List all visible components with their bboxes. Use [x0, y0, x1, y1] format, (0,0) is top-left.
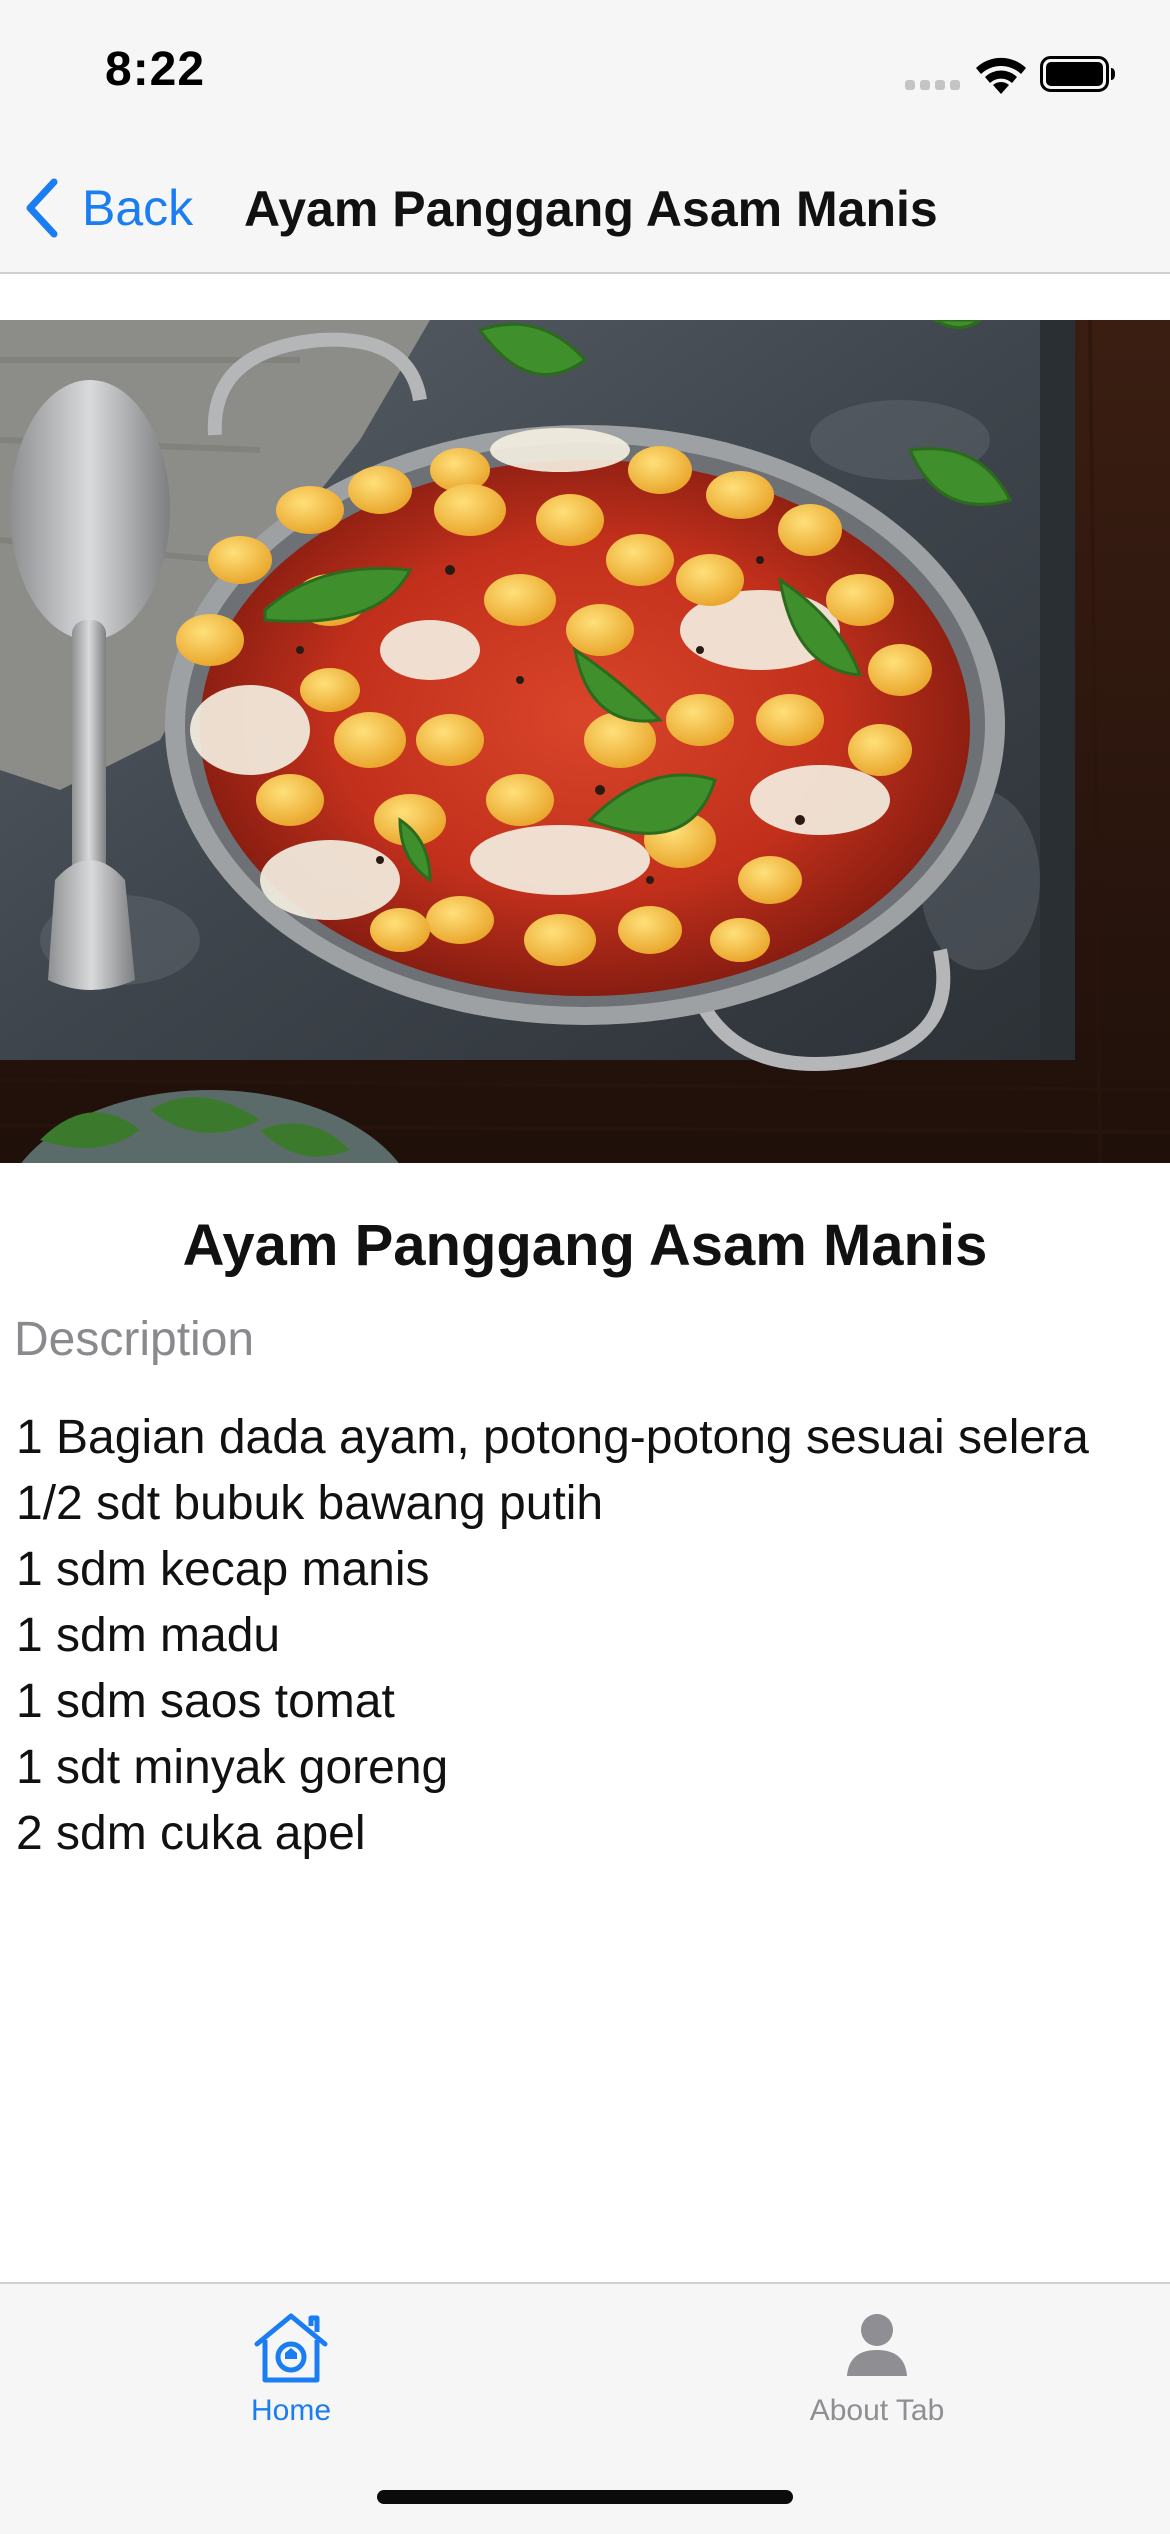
ingredient-item: 1 sdm madu [16, 1609, 281, 1662]
description-label: Description [14, 1313, 255, 1366]
cellular-signal-icon [905, 80, 961, 92]
home-indicator[interactable] [377, 2490, 793, 2504]
status-time: 8:22 [105, 43, 206, 96]
tab-home-label: Home [250, 2394, 332, 2427]
tab-about-label: About Tab [809, 2394, 945, 2427]
tab-home[interactable]: Home [141, 2310, 441, 2440]
status-bar: 8:22 [0, 0, 1170, 140]
ingredient-item: 1 Bagian dada ayam, potong-potong sesuai… [16, 1411, 1089, 1464]
ingredient-item: 1 sdm kecap manis [16, 1543, 430, 1596]
back-button[interactable]: Back [22, 176, 193, 240]
recipe-title: Ayam Panggang Asam Manis [182, 1213, 988, 1278]
nav-title: Ayam Panggang Asam Manis [244, 181, 938, 237]
recipe-photo [0, 320, 1170, 1163]
ingredient-item: 1 sdm saos tomat [16, 1675, 395, 1728]
ingredient-item: 1 sdt minyak goreng [16, 1741, 449, 1794]
ingredient-item: 2 sdm cuka apel [16, 1807, 366, 1860]
battery-icon [1040, 56, 1115, 92]
tab-about[interactable]: About Tab [727, 2310, 1027, 2440]
ingredient-item: 1/2 sdt bubuk bawang putih [16, 1477, 604, 1530]
navigation-bar: Back Ayam Panggang Asam Manis [0, 140, 1170, 274]
chevron-left-icon [26, 178, 58, 238]
back-button-label: Back [82, 180, 194, 236]
ingredient-list: 1 Bagian dada ayam, potong-potong sesuai… [16, 1405, 1089, 1867]
wifi-icon [976, 57, 1026, 94]
home-icon [254, 2313, 328, 2383]
person-icon [847, 2314, 907, 2376]
